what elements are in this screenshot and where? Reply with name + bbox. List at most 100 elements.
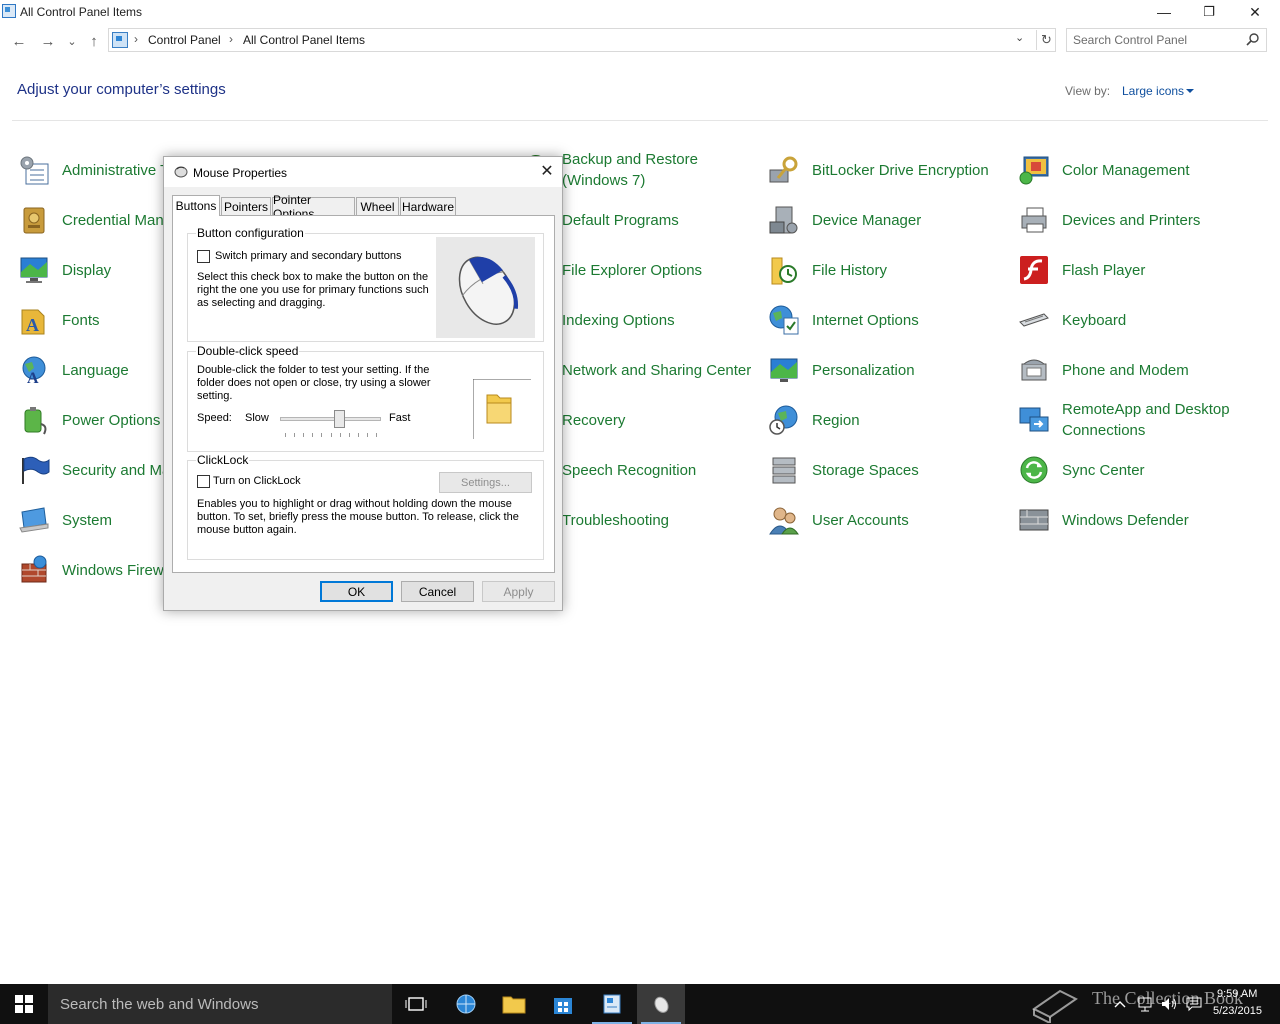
search-icon[interactable]: [1246, 32, 1260, 46]
item-label[interactable]: Recovery: [562, 395, 758, 445]
clock-date[interactable]: 5/23/2015: [1213, 1005, 1262, 1017]
item-user-accounts[interactable]: User Accounts: [768, 495, 1013, 545]
tab-buttons[interactable]: Buttons: [172, 195, 220, 216]
network-tray-icon[interactable]: [1137, 996, 1153, 1012]
double-click-speed-slider[interactable]: [334, 410, 345, 428]
taskbar-edge-button[interactable]: [442, 984, 490, 1024]
taskbar-store-button[interactable]: [539, 984, 587, 1024]
search-input[interactable]: [1073, 32, 1243, 48]
refresh-button[interactable]: ↻: [1036, 30, 1056, 50]
item-sync-center[interactable]: Sync Center: [1018, 445, 1263, 495]
clicklock-label[interactable]: Turn on ClickLock: [213, 475, 301, 488]
item-phone-and-modem[interactable]: Phone and Modem: [1018, 345, 1263, 395]
item-label[interactable]: File Explorer Options: [562, 245, 758, 295]
item-label[interactable]: BitLocker Drive Encryption: [812, 145, 1008, 195]
item-label[interactable]: Keyboard: [1062, 295, 1258, 345]
ok-button[interactable]: OK: [320, 581, 393, 602]
item-label[interactable]: Region: [812, 395, 1008, 445]
dialog-titlebar[interactable]: Mouse Properties ✕: [164, 157, 562, 187]
item-label[interactable]: Indexing Options: [562, 295, 758, 345]
system-icon: [19, 507, 49, 533]
item-label[interactable]: Default Programs: [562, 195, 758, 245]
item-storage-spaces[interactable]: Storage Spaces: [768, 445, 1013, 495]
back-button[interactable]: ←: [9, 31, 29, 51]
display-icon: [20, 257, 48, 283]
taskbar-control-panel-button[interactable]: [588, 984, 636, 1024]
tab-hardware[interactable]: Hardware: [400, 197, 456, 216]
address-bar[interactable]: › Control Panel › All Control Panel Item…: [108, 28, 1056, 52]
dialog-close-button[interactable]: ✕: [536, 160, 558, 182]
item-windows-defender[interactable]: Windows Defender: [1018, 495, 1263, 545]
item-label[interactable]: RemoteApp and Desktop Connections: [1062, 395, 1258, 445]
restore-button[interactable]: ❐: [1186, 0, 1232, 24]
control-panel-taskbar-icon: [603, 994, 621, 1014]
item-internet-options[interactable]: Internet Options: [768, 295, 1013, 345]
start-button[interactable]: [0, 984, 48, 1024]
clicklock-checkbox[interactable]: [197, 475, 210, 488]
item-label[interactable]: User Accounts: [812, 495, 1008, 545]
item-bitlocker[interactable]: BitLocker Drive Encryption: [768, 145, 1013, 195]
double-click-speed-track[interactable]: [280, 417, 381, 421]
recent-locations-button[interactable]: ⌄: [62, 31, 82, 51]
item-label[interactable]: Storage Spaces: [812, 445, 1008, 495]
item-personalization[interactable]: Personalization: [768, 345, 1013, 395]
item-label[interactable]: Windows Defender: [1062, 495, 1258, 545]
item-region[interactable]: Region: [768, 395, 1013, 445]
item-flash-player[interactable]: Flash Player: [1018, 245, 1263, 295]
taskbar-mouse-properties-button[interactable]: [637, 984, 685, 1024]
item-label[interactable]: Sync Center: [1062, 445, 1258, 495]
address-dropdown-icon[interactable]: ⌄: [1015, 31, 1024, 44]
item-devices-and-printers[interactable]: Devices and Printers: [1018, 195, 1263, 245]
clock-time[interactable]: 9:59 AM: [1217, 988, 1257, 1000]
breadcrumb-all-items[interactable]: All Control Panel Items: [243, 33, 365, 47]
item-label[interactable]: Network and Sharing Center: [562, 345, 758, 395]
action-center-icon[interactable]: [1186, 996, 1202, 1012]
tab-wheel[interactable]: Wheel: [356, 197, 399, 216]
taskbar-file-explorer-button[interactable]: [490, 984, 538, 1024]
item-label[interactable]: File History: [812, 245, 1008, 295]
forward-button[interactable]: →: [38, 31, 58, 51]
item-remoteapp[interactable]: RemoteApp and Desktop Connections: [1018, 395, 1263, 445]
task-view-button[interactable]: [392, 984, 440, 1024]
item-keyboard[interactable]: Keyboard: [1018, 295, 1263, 345]
item-device-manager[interactable]: Device Manager: [768, 195, 1013, 245]
button-configuration-group: Button configuration Switch primary and …: [187, 226, 544, 342]
speed-slider-tick: [321, 433, 323, 437]
item-label[interactable]: Color Management: [1062, 145, 1258, 195]
test-folder-icon[interactable]: [473, 379, 531, 439]
item-label[interactable]: Troubleshooting: [562, 495, 758, 545]
breadcrumb-separator[interactable]: ›: [229, 32, 233, 46]
item-label[interactable]: Personalization: [812, 345, 1008, 395]
taskbar-search-text[interactable]: Search the web and Windows: [60, 996, 258, 1013]
cancel-button[interactable]: Cancel: [401, 581, 474, 602]
close-window-button[interactable]: ✕: [1232, 0, 1278, 24]
item-label[interactable]: Internet Options: [812, 295, 1008, 345]
breadcrumb-control-panel[interactable]: Control Panel: [148, 33, 221, 47]
clicklock-settings-button[interactable]: Settings...: [439, 472, 532, 493]
item-label[interactable]: Speech Recognition: [562, 445, 758, 495]
mouse-properties-dialog: Mouse Properties ✕ Buttons Pointers Poin…: [163, 156, 563, 611]
breadcrumb-separator[interactable]: ›: [134, 32, 138, 46]
view-by-caret-icon[interactable]: [1186, 89, 1194, 93]
view-by-dropdown[interactable]: Large icons: [1122, 84, 1184, 98]
switch-buttons-label[interactable]: Switch primary and secondary buttons: [215, 250, 435, 263]
switch-buttons-checkbox[interactable]: [197, 250, 210, 263]
item-label[interactable]: Flash Player: [1062, 245, 1258, 295]
tab-pointers[interactable]: Pointers: [221, 197, 271, 216]
taskbar-search-box[interactable]: Search the web and Windows: [48, 984, 392, 1024]
up-button[interactable]: ↑: [84, 31, 104, 51]
item-label[interactable]: Backup and Restore (Windows 7): [562, 145, 758, 195]
item-file-history[interactable]: File History: [768, 245, 1013, 295]
tab-pointer-options[interactable]: Pointer Options: [272, 193, 355, 221]
volume-icon[interactable]: [1160, 996, 1178, 1012]
search-box[interactable]: [1066, 28, 1267, 52]
minimize-button[interactable]: —: [1141, 0, 1187, 24]
double-click-speed-group: Double-click speed Double-click the fold…: [187, 344, 544, 452]
apply-button[interactable]: Apply: [482, 581, 555, 602]
item-label[interactable]: Phone and Modem: [1062, 345, 1258, 395]
item-label[interactable]: Device Manager: [812, 195, 1008, 245]
item-label[interactable]: Devices and Printers: [1062, 195, 1258, 245]
show-hidden-icons-icon[interactable]: [1114, 999, 1126, 1009]
item-color-management[interactable]: Color Management: [1018, 145, 1263, 195]
sync-center-icon: [1020, 456, 1048, 484]
